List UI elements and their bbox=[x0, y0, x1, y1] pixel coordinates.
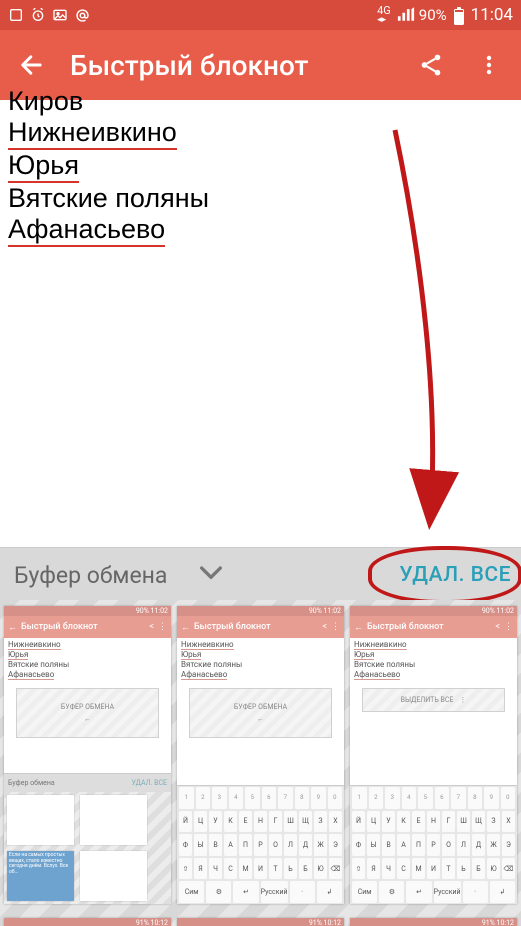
clipboard-item[interactable]: 90% 11:02 ←Быстрый блокнот<⋮ Нижнеивкино… bbox=[350, 606, 517, 904]
thumb-keyboard: 1234567890 ЙЦУКЕНГШЩЗХ ФЫВАПРОЛДЖЭ ⇧ЯЧСМ… bbox=[350, 785, 517, 904]
delete-all-button[interactable]: УДАЛ. ВСЕ bbox=[399, 563, 511, 587]
alarm-icon bbox=[30, 7, 46, 23]
status-left-icons bbox=[8, 7, 90, 23]
thumb-status-bar: 90% 11:02 bbox=[4, 606, 171, 616]
thumb-note: Нижнеивкино Юрья Вятские поляны Афанасье… bbox=[177, 638, 344, 682]
clipboard-item[interactable]: 91% 10:12 bbox=[350, 918, 517, 926]
thumb-popup: БУФЕР ОБМЕНА ← bbox=[16, 688, 159, 738]
clipboard-item[interactable]: 90% 11:02 ← Быстрый блокнот < ⋮ Нижнеивк… bbox=[4, 606, 171, 904]
battery-icon bbox=[453, 7, 465, 23]
thumb-clip-strip: Буфер обменаУДАЛ. ВСЕ Если на самых прос… bbox=[4, 773, 171, 904]
battery-percent: 90% bbox=[419, 6, 447, 24]
thumb-note: Нижнеивкино Юрья Вятские поляны Афанасье… bbox=[350, 638, 517, 682]
note-line: Вятские поляны bbox=[8, 183, 209, 213]
status-right: 4G◂▸ 90% 11:04 bbox=[377, 5, 513, 25]
note-line: Юрья bbox=[8, 150, 79, 183]
thumb-popup: БУФЕР ОБМЕНА ← bbox=[189, 688, 332, 738]
overflow-icon: ⋮ bbox=[158, 622, 167, 632]
share-button[interactable] bbox=[411, 45, 451, 85]
network-type: 4G◂▸ bbox=[377, 7, 391, 24]
back-icon: ← bbox=[8, 622, 17, 633]
overflow-menu-button[interactable] bbox=[469, 45, 509, 85]
thumb-app-bar: ← Быстрый блокнот < ⋮ bbox=[4, 616, 171, 638]
thumb-status-bar: 90% 11:02 bbox=[350, 606, 517, 616]
thumb-popup: ВЫДЕЛИТЬ ВСЕ⋮ bbox=[362, 688, 505, 712]
signal-icon bbox=[397, 7, 413, 23]
note-line: Афанасьево bbox=[8, 214, 165, 247]
thumb-status-bar: 90% 11:02 bbox=[177, 606, 344, 616]
status-bar: 4G◂▸ 90% 11:04 bbox=[0, 0, 521, 30]
status-time: 11:04 bbox=[471, 5, 513, 25]
app-title: Быстрый блокнот bbox=[70, 49, 393, 82]
clipboard-item[interactable]: 90% 11:02 ←Быстрый блокнот<⋮ Нижнеивкино… bbox=[177, 606, 344, 904]
at-icon bbox=[74, 7, 90, 23]
thumb-app-bar: ←Быстрый блокнот<⋮ bbox=[177, 616, 344, 638]
clipboard-panel-header: Буфер обмена УДАЛ. ВСЕ bbox=[0, 547, 521, 600]
clipboard-item[interactable]: 91% 10:12 bbox=[177, 918, 344, 926]
thumb-blue-card: Если на самых простых вещах, стало извес… bbox=[7, 851, 74, 901]
thumb-status-bar: 91% 10:12 bbox=[350, 918, 517, 926]
thumb-title: Быстрый блокнот bbox=[21, 622, 145, 632]
note-line: Киров bbox=[8, 86, 83, 116]
thumb-status-bar: 91% 10:12 bbox=[4, 918, 171, 926]
thumb-keyboard: 1234567890 ЙЦУКЕНГШЩЗХ ФЫВАПРОЛДЖЭ ⇧ЯЧСМ… bbox=[177, 785, 344, 904]
share-icon: < bbox=[149, 622, 154, 632]
note-line: Нижнеивкино bbox=[8, 117, 177, 150]
back-button[interactable] bbox=[12, 45, 52, 85]
clipboard-item[interactable]: 91% 10:12 bbox=[4, 918, 171, 926]
note-text-area[interactable]: Киров Нижнеивкино Юрья Вятские поляны Аф… bbox=[0, 100, 521, 547]
thumb-status-bar: 91% 10:12 bbox=[177, 918, 344, 926]
image-icon bbox=[52, 7, 68, 23]
thumb-app-bar: ←Быстрый блокнот<⋮ bbox=[350, 616, 517, 638]
clipboard-grid: 90% 11:02 ← Быстрый блокнот < ⋮ Нижнеивк… bbox=[0, 600, 521, 926]
chevron-down-icon[interactable] bbox=[195, 556, 227, 594]
notification-icon bbox=[8, 7, 24, 23]
clipboard-label: Буфер обмена bbox=[14, 562, 167, 589]
thumb-note: Нижнеивкино Юрья Вятские поляны Афанасье… bbox=[4, 638, 171, 682]
